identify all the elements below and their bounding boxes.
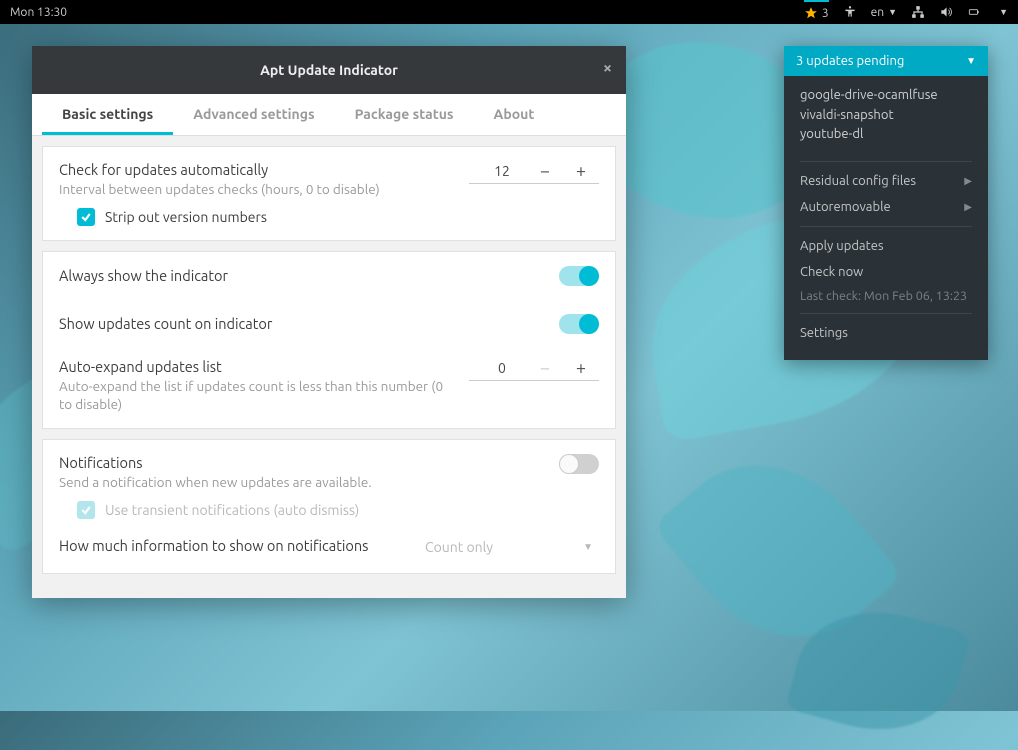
panel-accessibility[interactable] <box>843 5 857 19</box>
dialog-body: Check for updates automatically Interval… <box>32 136 626 598</box>
show-count-toggle[interactable] <box>559 314 599 334</box>
package-item[interactable]: google-drive-ocamlfuse <box>800 86 972 106</box>
popup-header[interactable]: 3 updates pending ▼ <box>784 46 988 76</box>
setting-title: Auto-expand updates list <box>59 358 449 375</box>
strip-version-checkbox[interactable] <box>77 208 95 226</box>
setting-desc: Auto-expand the list if updates count is… <box>59 377 449 413</box>
stepper-decrement[interactable]: − <box>527 161 563 181</box>
accessibility-icon <box>843 5 857 19</box>
panel-system-menu[interactable]: ▼ <box>995 7 1008 17</box>
separator <box>800 226 972 227</box>
package-item[interactable]: youtube-dl <box>800 125 972 145</box>
transient-label: Use transient notifications (auto dismis… <box>105 502 359 518</box>
setting-desc: Send a notification when new updates are… <box>59 473 539 491</box>
setting-title: Notifications <box>59 454 539 471</box>
chevron-down-icon: ▼ <box>999 7 1008 17</box>
star-icon <box>804 6 818 20</box>
chevron-down-icon: ▼ <box>583 541 593 553</box>
top-panel: Mon 13:30 3 en ▼ ▼ <box>0 0 1018 24</box>
transient-checkbox[interactable] <box>77 501 95 519</box>
popup-last-check: Last check: Mon Feb 06, 13:23 <box>800 285 972 307</box>
panel-battery[interactable] <box>967 5 981 19</box>
stepper-decrement[interactable]: − <box>527 358 563 378</box>
chevron-right-icon: ▶ <box>964 201 972 213</box>
dialog-titlebar[interactable]: Apt Update Indicator × <box>32 46 626 94</box>
card-auto-check: Check for updates automatically Interval… <box>42 146 616 241</box>
popup-check-now[interactable]: Check now <box>800 259 972 285</box>
panel-updates-count: 3 <box>822 7 829 20</box>
checkmark-icon <box>80 504 92 516</box>
popup-residual-files[interactable]: Residual config files ▶ <box>800 168 972 194</box>
setting-title: Show updates count on indicator <box>59 315 272 332</box>
separator <box>800 161 972 162</box>
panel-clock[interactable]: Mon 13:30 <box>10 6 67 19</box>
setting-title: Check for updates automatically <box>59 161 449 178</box>
popup-apply-updates[interactable]: Apply updates <box>800 233 972 259</box>
card-notifications: Notifications Send a notification when n… <box>42 439 616 574</box>
setting-title: Always show the indicator <box>59 267 228 284</box>
updates-popup: 3 updates pending ▼ google-drive-ocamlfu… <box>784 46 988 360</box>
speaker-icon <box>939 5 953 19</box>
stepper-increment[interactable]: + <box>563 358 599 378</box>
checkmark-icon <box>80 211 92 223</box>
popup-settings[interactable]: Settings <box>800 320 972 346</box>
chevron-right-icon: ▶ <box>964 175 972 187</box>
autoexpand-stepper[interactable]: 0 − + <box>469 358 599 381</box>
tab-package-status[interactable]: Package status <box>335 94 474 135</box>
setting-title: How much information to show on notifica… <box>59 537 399 554</box>
settings-dialog: Apt Update Indicator × Basic settings Ad… <box>32 46 626 598</box>
panel-updates-indicator[interactable]: 3 <box>804 0 829 24</box>
stepper-increment[interactable]: + <box>563 161 599 181</box>
pending-packages-list: google-drive-ocamlfuse vivaldi-snapshot … <box>800 86 972 155</box>
dialog-title: Apt Update Indicator <box>260 62 398 78</box>
tab-basic-settings[interactable]: Basic settings <box>42 94 173 135</box>
panel-language[interactable]: en ▼ <box>871 6 897 19</box>
chevron-down-icon: ▼ <box>888 7 897 17</box>
card-indicator: Always show the indicator Show updates c… <box>42 251 616 428</box>
package-item[interactable]: vivaldi-snapshot <box>800 106 972 126</box>
notifications-toggle[interactable] <box>559 454 599 474</box>
battery-icon <box>967 5 981 19</box>
separator <box>800 313 972 314</box>
network-icon <box>911 5 925 19</box>
close-button[interactable]: × <box>603 60 612 76</box>
chevron-down-icon: ▼ <box>966 55 976 67</box>
interval-value: 12 <box>477 163 527 179</box>
tab-advanced-settings[interactable]: Advanced settings <box>173 94 334 135</box>
panel-network[interactable] <box>911 5 925 19</box>
notification-info-select[interactable]: Count only ▼ <box>419 535 599 559</box>
tab-about[interactable]: About <box>474 94 555 135</box>
popup-header-label: 3 updates pending <box>796 54 904 68</box>
interval-stepper[interactable]: 12 − + <box>469 161 599 184</box>
strip-version-label: Strip out version numbers <box>105 209 267 225</box>
popup-autoremovable[interactable]: Autoremovable ▶ <box>800 194 972 220</box>
panel-volume[interactable] <box>939 5 953 19</box>
select-value: Count only <box>425 539 493 555</box>
autoexpand-value: 0 <box>477 360 527 376</box>
dialog-tabs: Basic settings Advanced settings Package… <box>32 94 626 136</box>
setting-desc: Interval between updates checks (hours, … <box>59 180 449 198</box>
always-show-toggle[interactable] <box>559 266 599 286</box>
